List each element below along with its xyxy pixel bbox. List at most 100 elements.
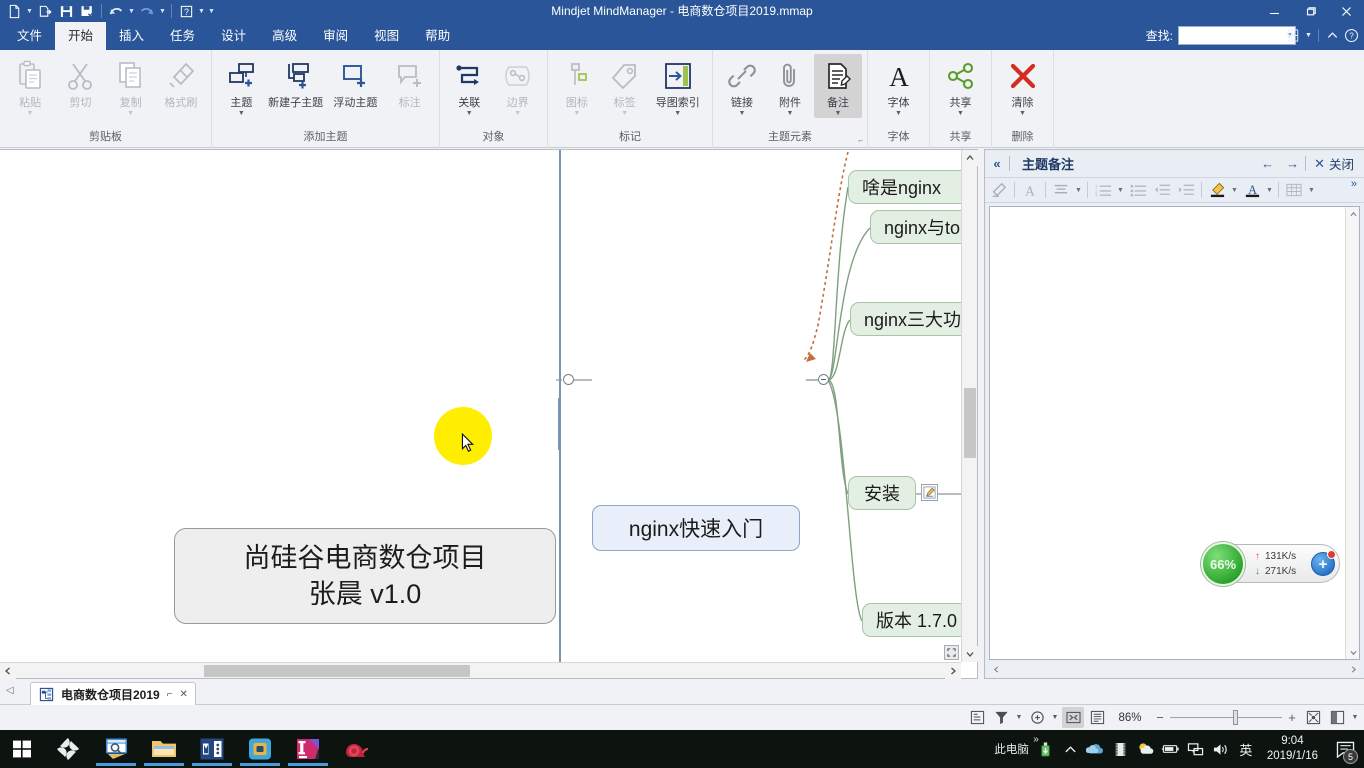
save-as-icon[interactable] [77,1,97,21]
numbered-list-button[interactable]: 1 2 3 [1091,179,1115,201]
font-caret-icon[interactable]: ▼ [895,110,902,118]
delete-button[interactable]: 清除 ▼ [997,54,1048,118]
add-subtopic-button[interactable]: 新建子主题 [266,54,326,109]
tray-overflow-icon[interactable]: » [1033,734,1039,745]
scroll-down-icon[interactable] [962,646,978,662]
insert-table-caret-icon[interactable]: ▼ [1306,179,1317,201]
notes-scroll-left-icon[interactable] [989,662,1003,676]
taskbar-app-vmware[interactable] [240,732,280,766]
map-node-subtopic-2[interactable]: nginx与tom [870,210,961,244]
outline-view-button[interactable] [966,707,988,728]
account-icon[interactable] [1285,26,1302,46]
ribbon-collapse-icon[interactable] [1324,26,1341,46]
copy-caret-icon[interactable]: ▼ [127,110,134,118]
redo-icon[interactable] [137,1,157,21]
open-document-icon[interactable] [35,1,55,21]
topic-elements-dialog-launcher[interactable]: ⌐ [858,136,863,145]
add-topic-button[interactable]: 主题 ▼ [217,54,266,118]
increase-indent-button[interactable] [1174,179,1198,201]
start-button[interactable] [8,735,36,763]
document-tab-close-icon[interactable]: ✕ [180,689,188,700]
maximize-button[interactable] [1292,0,1328,22]
map-node-main-topic[interactable]: nginx快速入门 [592,505,800,551]
insert-table-button[interactable] [1282,179,1306,201]
font-button[interactable]: A 字体 ▼ [873,54,924,118]
canvas-vertical-scrollbar[interactable] [961,150,978,662]
map-canvas[interactable]: 尚硅谷电商数仓项目 张晨 v1.0 nginx快速入门 啥是nginx ngin… [0,150,961,662]
share-caret-icon[interactable]: ▼ [957,110,964,118]
help-icon[interactable]: ? [176,1,196,21]
map-node-subtopic-5[interactable]: 版本 1.7.0 [862,603,961,637]
taskbar-app-sogou-pinyin[interactable] [52,732,84,766]
new-document-icon[interactable] [4,1,24,21]
attachment-button[interactable]: 附件 ▼ [766,54,814,118]
map-node-subtopic-4[interactable]: 安装 [848,476,916,510]
marker-caret-icon[interactable]: ▼ [573,110,580,118]
decrease-indent-button[interactable] [1150,179,1174,201]
tray-onedrive[interactable] [1083,730,1108,768]
find-input-wrap[interactable]: ▼ [1178,26,1296,45]
save-icon[interactable] [56,1,76,21]
undo-caret[interactable]: ▼ [127,1,136,21]
attachment-caret-icon[interactable]: ▼ [787,110,794,118]
tray-battery[interactable] [1158,730,1183,768]
center-map-button[interactable] [1302,707,1324,728]
map-fit-button[interactable] [944,645,959,660]
paste-button[interactable]: 粘贴 ▼ [5,54,55,118]
notes-scroll-down-icon[interactable] [1346,645,1360,659]
format-painter-button[interactable]: 格式刷 [156,54,206,109]
panel-toggle-button[interactable] [1326,707,1348,728]
notes-next-button[interactable]: → [1280,153,1305,175]
boundary-caret-icon[interactable]: ▼ [514,110,521,118]
root-node-handle[interactable] [563,374,574,385]
subtopic-note-marker[interactable] [921,484,938,501]
find-input[interactable] [1183,29,1285,42]
boundary-button[interactable]: 边界 ▼ [494,54,543,118]
tray-volume[interactable] [1208,730,1233,768]
tray-network[interactable] [1183,730,1208,768]
canvas-hscroll-thumb[interactable] [204,665,470,677]
notes-editor[interactable] [989,206,1360,660]
scroll-up-icon[interactable] [962,150,978,166]
tag-button[interactable]: 标签 ▼ [601,54,649,118]
document-tab[interactable]: 电商数仓项目2019 ⌐ ✕ [30,682,196,705]
hyperlink-caret-icon[interactable]: ▼ [739,110,746,118]
highlight-color-caret-icon[interactable]: ▼ [1229,179,1240,201]
copy-button[interactable]: 复制 ▼ [106,54,156,118]
tab-view[interactable]: 视图 [361,22,412,50]
tray-film[interactable] [1108,730,1133,768]
tab-help[interactable]: 帮助 [412,22,463,50]
close-button[interactable] [1328,0,1364,22]
help-caret[interactable]: ▼ [197,1,206,21]
hyperlink-button[interactable]: 链接 ▼ [718,54,766,118]
customize-qat-icon[interactable]: ▼ [207,1,216,21]
tab-home[interactable]: 开始 [55,22,107,50]
delete-caret-icon[interactable]: ▼ [1019,110,1026,118]
tab-design[interactable]: 设计 [208,22,259,50]
new-document-caret[interactable]: ▼ [25,1,34,21]
minimize-button[interactable] [1256,0,1292,22]
zoom-slider[interactable] [1170,707,1282,728]
redo-caret[interactable]: ▼ [158,1,167,21]
taskbar-app-snail[interactable] [340,732,372,766]
notes-button[interactable]: 备注 ▼ [814,54,862,118]
floating-topic-button[interactable]: 浮动主题 [326,54,386,109]
font-color-caret-icon[interactable]: ▼ [1264,179,1275,201]
focus-caret-icon[interactable]: ▼ [1050,707,1060,728]
map-node-subtopic-1[interactable]: 啥是nginx [848,170,961,204]
map-node-root[interactable]: 尚硅谷电商数仓项目 张晨 v1.0 [174,528,556,624]
fit-to-window-button[interactable] [1062,707,1084,728]
notes-close-button[interactable]: ✕ 关闭 [1306,154,1358,173]
focus-button[interactable] [1026,707,1048,728]
full-map-button[interactable] [1086,707,1108,728]
tray-show-hidden[interactable] [1058,730,1083,768]
network-speed-widget[interactable]: 66% ↑ 131K/s ↓ 271K/s + [1201,542,1340,586]
tray-notification-center[interactable]: 5 [1326,730,1364,768]
undo-icon[interactable] [106,1,126,21]
share-button[interactable]: 共享 ▼ [935,54,986,118]
tab-review[interactable]: 审阅 [310,22,361,50]
map-node-subtopic-3[interactable]: nginx三大功 [850,302,961,336]
relationship-caret-icon[interactable]: ▼ [466,110,473,118]
marker-button[interactable]: 图标 ▼ [553,54,601,118]
tab-task[interactable]: 任务 [157,22,208,50]
